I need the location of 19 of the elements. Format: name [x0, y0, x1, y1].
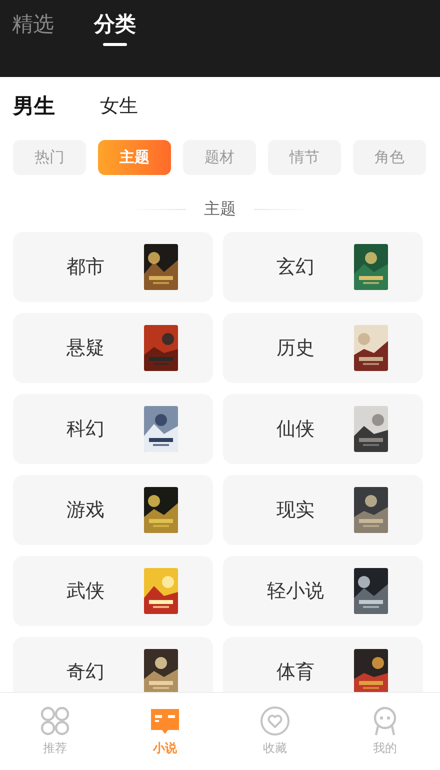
top-tab[interactable]: 分类 — [94, 10, 136, 46]
gender-tab[interactable]: 男生 — [13, 92, 55, 120]
category-card[interactable]: 科幻 — [13, 394, 213, 464]
book-icon — [150, 706, 180, 736]
category-card[interactable]: 玄幻 — [223, 232, 423, 302]
category-card[interactable]: 悬疑 — [13, 313, 213, 383]
category-card[interactable]: 历史 — [223, 313, 423, 383]
grid-icon — [40, 706, 70, 736]
category-card[interactable]: 轻小说 — [223, 556, 423, 626]
category-card[interactable]: 体育 — [223, 637, 423, 692]
category-card[interactable]: 游戏 — [13, 475, 213, 545]
category-card[interactable]: 现实 — [223, 475, 423, 545]
section-title: 主题 — [204, 199, 236, 220]
gender-tab[interactable]: 女生 — [100, 93, 138, 119]
category-card[interactable]: 都市 — [13, 232, 213, 302]
category-card[interactable]: 武侠 — [13, 556, 213, 626]
top-tab[interactable]: 精选 — [12, 10, 54, 46]
category-card[interactable]: 奇幻 — [13, 637, 213, 692]
category-card[interactable]: 仙侠 — [223, 394, 423, 464]
